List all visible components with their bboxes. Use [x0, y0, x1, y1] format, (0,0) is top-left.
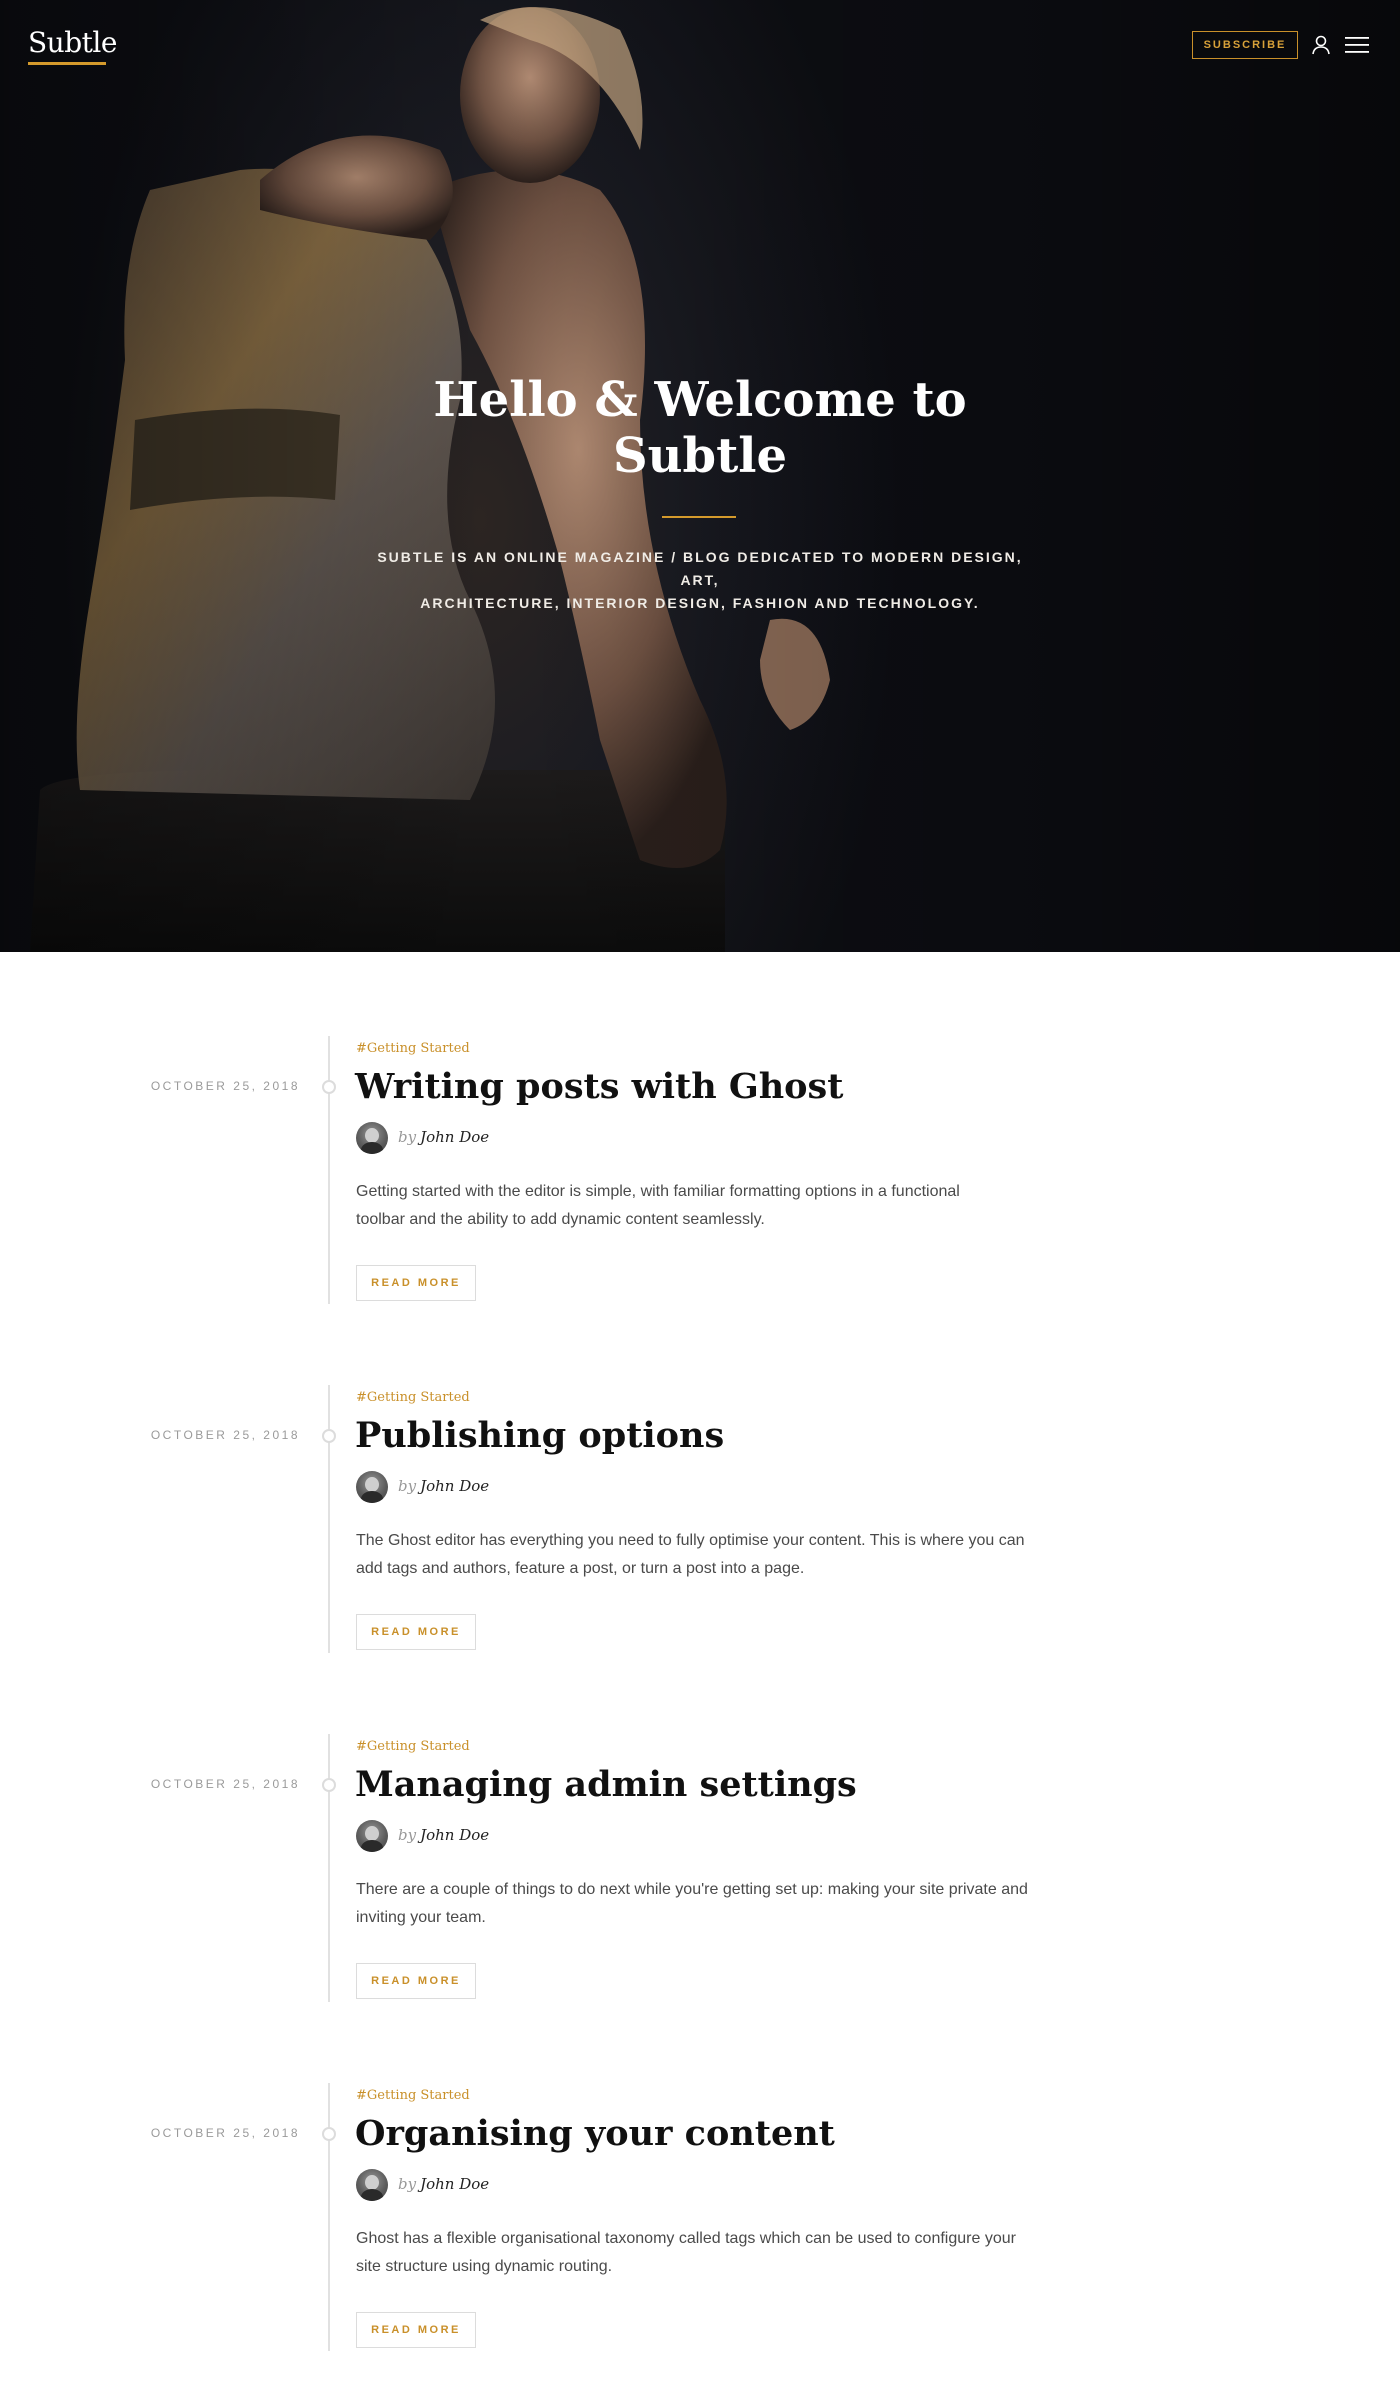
post-excerpt-line-2: toolbar and the ability to add dynamic c…: [356, 1211, 765, 1228]
author-link[interactable]: John Doe: [420, 1128, 489, 1146]
post-byline: by John Doe: [398, 1826, 489, 1844]
post-excerpt-line-1: The Ghost editor has everything you need…: [356, 1532, 1025, 1549]
author-link[interactable]: John Doe: [420, 2175, 489, 2193]
post-date: OCTOBER 25, 2018: [150, 1428, 300, 1442]
timeline-dot: [322, 1778, 336, 1792]
post-byline: by John Doe: [398, 2175, 489, 2193]
post-byline: by John Doe: [398, 1128, 489, 1146]
post-excerpt-line-2: inviting your team.: [356, 1909, 486, 1926]
subscribe-button[interactable]: SUBSCRIBE: [1192, 31, 1298, 59]
hero-divider: [662, 516, 736, 518]
author-link[interactable]: John Doe: [420, 1477, 489, 1495]
menu-icon[interactable]: [1344, 34, 1370, 56]
hero-section: Subtle SUBSCRIBE Hello & Welcome to Subt…: [0, 0, 1400, 952]
post-card: OCTOBER 25, 2018 #Getting Started Organi…: [0, 1999, 1400, 2351]
hero-description: SUBTLE IS AN ONLINE MAGAZINE / BLOG DEDI…: [360, 546, 1040, 615]
post-date: OCTOBER 25, 2018: [150, 2126, 300, 2140]
post-excerpt: Getting started with the editor is simpl…: [356, 1178, 1056, 1234]
post-tag-link[interactable]: #Getting Started: [356, 2088, 470, 2103]
post-title[interactable]: Writing posts with Ghost: [355, 1064, 1115, 1110]
byline-prefix: by: [398, 1826, 417, 1844]
post-card: OCTOBER 25, 2018 #Getting Started Managi…: [0, 1650, 1400, 2002]
post-excerpt-line-1: Ghost has a flexible organisational taxo…: [356, 2230, 1016, 2247]
post-title[interactable]: Organising your content: [355, 2111, 1115, 2157]
post-excerpt-line-2: add tags and authors, feature a post, or…: [356, 1560, 805, 1577]
post-title[interactable]: Managing admin settings: [355, 1762, 1115, 1808]
author-avatar[interactable]: [356, 1820, 388, 1852]
post-excerpt: The Ghost editor has everything you need…: [356, 1527, 1056, 1583]
post-excerpt-line-2: site structure using dynamic routing.: [356, 2258, 613, 2275]
byline-prefix: by: [398, 2175, 417, 2193]
byline-prefix: by: [398, 1477, 417, 1495]
timeline-dot: [322, 1429, 336, 1443]
site-header: Subtle SUBSCRIBE: [0, 0, 1400, 100]
post-card: OCTOBER 25, 2018 #Getting Started Writin…: [0, 952, 1400, 1304]
post-tag-link[interactable]: #Getting Started: [356, 1739, 470, 1754]
post-title[interactable]: Publishing options: [355, 1413, 1115, 1459]
hero-description-line-2: ARCHITECTURE, INTERIOR DESIGN, FASHION A…: [420, 595, 980, 611]
logo-underline: [28, 62, 106, 65]
read-more-button[interactable]: READ MORE: [356, 1614, 476, 1650]
read-more-button[interactable]: READ MORE: [356, 1963, 476, 1999]
author-avatar[interactable]: [356, 1122, 388, 1154]
author-link[interactable]: John Doe: [420, 1826, 489, 1844]
timeline-dot: [322, 1080, 336, 1094]
post-excerpt: Ghost has a flexible organisational taxo…: [356, 2225, 1056, 2281]
hero-description-line-1: SUBTLE IS AN ONLINE MAGAZINE / BLOG DEDI…: [377, 549, 1023, 588]
timeline-dot: [322, 2127, 336, 2141]
post-excerpt: There are a couple of things to do next …: [356, 1876, 1056, 1932]
post-card: OCTOBER 25, 2018 #Getting Started Publis…: [0, 1301, 1400, 1653]
timeline-line: [328, 1385, 330, 1653]
timeline-line: [328, 1036, 330, 1304]
byline-prefix: by: [398, 1128, 417, 1146]
post-byline: by John Doe: [398, 1477, 489, 1495]
author-avatar[interactable]: [356, 1471, 388, 1503]
post-feed: OCTOBER 25, 2018 #Getting Started Writin…: [0, 952, 1400, 2400]
site-logo[interactable]: Subtle: [28, 26, 117, 60]
post-excerpt-line-1: There are a couple of things to do next …: [356, 1881, 1028, 1898]
hero-title-line-2: Subtle: [612, 428, 788, 484]
post-date: OCTOBER 25, 2018: [150, 1777, 300, 1791]
timeline-line: [328, 2083, 330, 2351]
post-date: OCTOBER 25, 2018: [150, 1079, 300, 1093]
author-avatar[interactable]: [356, 2169, 388, 2201]
post-excerpt-line-1: Getting started with the editor is simpl…: [356, 1183, 960, 1200]
timeline-line: [328, 1734, 330, 2002]
read-more-button[interactable]: READ MORE: [356, 2312, 476, 2348]
read-more-button[interactable]: READ MORE: [356, 1265, 476, 1301]
hero-title-line-1: Hello & Welcome to: [433, 372, 967, 428]
hero-title: Hello & Welcome to Subtle: [400, 372, 1000, 484]
user-icon[interactable]: [1310, 34, 1332, 56]
post-tag-link[interactable]: #Getting Started: [356, 1041, 470, 1056]
post-tag-link[interactable]: #Getting Started: [356, 1390, 470, 1405]
